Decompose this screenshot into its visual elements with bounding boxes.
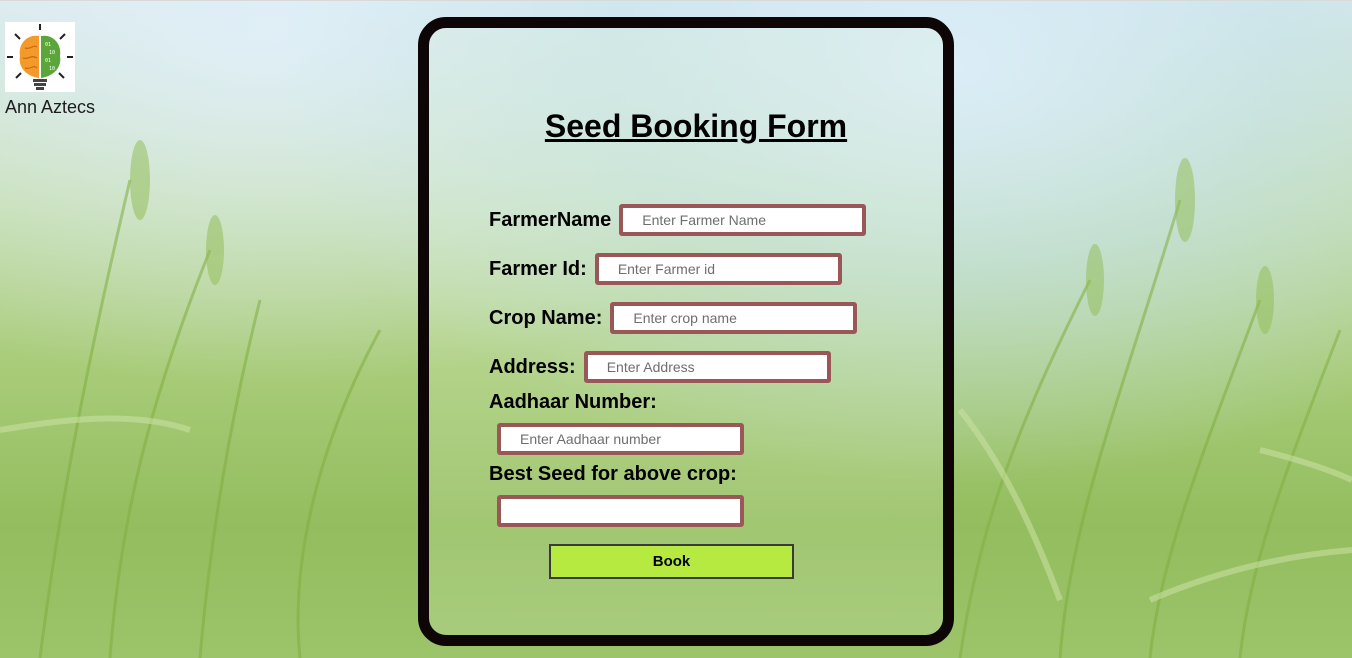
seed-booking-card: Seed Booking Form FarmerName Farmer Id: … bbox=[418, 17, 954, 646]
address-row: Address: bbox=[489, 351, 831, 383]
form-title: Seed Booking Form bbox=[544, 108, 848, 144]
svg-text:10: 10 bbox=[49, 66, 55, 72]
farmer-id-label: Farmer Id: bbox=[489, 257, 587, 280]
crop-name-label: Crop Name: bbox=[489, 306, 603, 329]
book-button[interactable]: Book bbox=[549, 544, 794, 579]
best-seed-label: Best Seed for above crop: bbox=[489, 463, 737, 485]
best-seed-input[interactable] bbox=[497, 495, 744, 527]
address-input[interactable] bbox=[583, 351, 831, 383]
farmer-id-row: Farmer Id: bbox=[489, 253, 842, 285]
farmer-id-input[interactable] bbox=[594, 253, 842, 285]
aadhaar-label: Aadhaar Number: bbox=[489, 391, 657, 413]
farmer-name-input[interactable] bbox=[619, 204, 867, 236]
farmer-name-row: FarmerName bbox=[489, 204, 867, 236]
address-label: Address: bbox=[489, 355, 576, 378]
svg-text:10: 10 bbox=[49, 50, 55, 56]
brand-name: Ann Aztecs bbox=[5, 97, 96, 117]
crop-name-row: Crop Name: bbox=[489, 302, 858, 334]
brand: 01 10 01 10 Ann Aztecs bbox=[5, 22, 100, 118]
farmer-name-label: FarmerName bbox=[489, 208, 612, 231]
svg-text:01: 01 bbox=[45, 58, 51, 64]
svg-text:01: 01 bbox=[45, 42, 51, 48]
crop-name-input[interactable] bbox=[610, 302, 858, 334]
aadhaar-input[interactable] bbox=[497, 423, 744, 455]
brain-bulb-logo-icon: 01 10 01 10 bbox=[5, 22, 75, 92]
